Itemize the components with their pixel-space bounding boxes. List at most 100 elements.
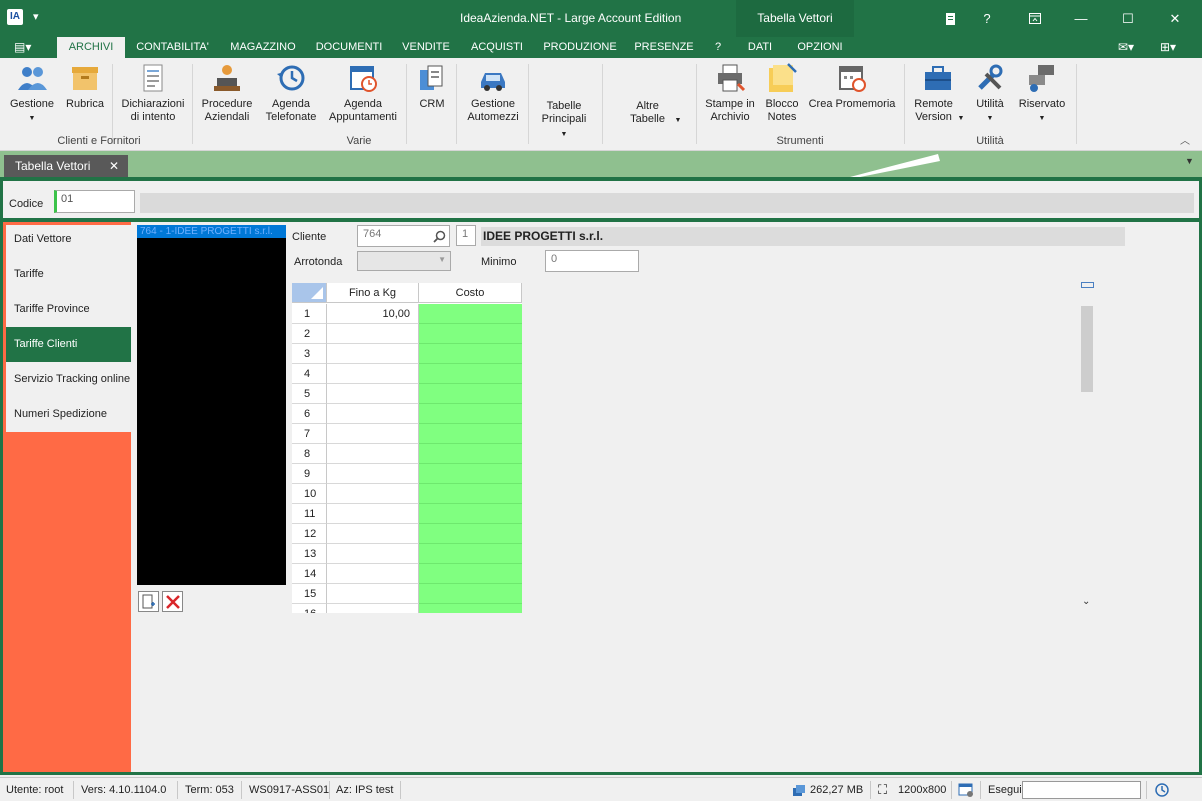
minimize-button[interactable]: —: [1058, 0, 1104, 37]
tab-documenti[interactable]: DOCUMENTI: [310, 37, 388, 58]
cell-costo[interactable]: [419, 444, 522, 464]
cell-fino-a-kg[interactable]: [327, 464, 419, 484]
dichiarazioni-button[interactable]: Dichiarazioni di intento: [118, 62, 188, 124]
cell-costo[interactable]: [419, 524, 522, 544]
client-list-selected-item[interactable]: 764 - 1-IDEE PROGETTI s.r.l.: [137, 225, 286, 238]
tab-acquisti[interactable]: ACQUISTI: [464, 37, 530, 58]
add-client-button[interactable]: [138, 591, 159, 612]
cell-costo[interactable]: [419, 384, 522, 404]
tab-produzione[interactable]: PRODUZIONE: [538, 37, 622, 58]
cell-costo[interactable]: [419, 424, 522, 444]
ribbon-display-icon[interactable]: [1012, 0, 1058, 37]
row-number[interactable]: 15: [292, 584, 327, 604]
nav-tariffe[interactable]: Tariffe: [6, 257, 131, 292]
column-header-fino-a-kg[interactable]: Fino a Kg: [327, 283, 419, 303]
quick-access-menu-icon[interactable]: ▾: [33, 10, 39, 23]
close-button[interactable]: ✕: [1152, 0, 1198, 37]
cell-costo[interactable]: [419, 404, 522, 424]
scroll-down-icon[interactable]: ⌄: [1082, 596, 1090, 607]
vertical-scrollbar[interactable]: ⌄: [1080, 280, 1094, 615]
cell-costo[interactable]: [419, 564, 522, 584]
tab-tabella-vettori[interactable]: Tabella Vettori ✕: [4, 155, 128, 177]
tab-contabilita[interactable]: CONTABILITA': [130, 37, 215, 58]
tab-vendite[interactable]: VENDITE: [396, 37, 456, 58]
row-number[interactable]: 16: [292, 604, 327, 613]
cliente-index-field[interactable]: 1: [456, 225, 476, 246]
cell-costo[interactable]: [419, 484, 522, 504]
cell-fino-a-kg[interactable]: 10,00: [327, 304, 419, 324]
crea-promemoria-button[interactable]: Crea Promemoria: [808, 62, 896, 111]
cell-fino-a-kg[interactable]: [327, 504, 419, 524]
cell-fino-a-kg[interactable]: [327, 524, 419, 544]
cell-fino-a-kg[interactable]: [327, 364, 419, 384]
agenda-telefonate-button[interactable]: Agenda Telefonate: [262, 62, 320, 124]
close-tab-icon[interactable]: ✕: [109, 155, 119, 177]
crm-button[interactable]: CRM: [414, 62, 450, 111]
cell-costo[interactable]: [419, 584, 522, 604]
help-icon[interactable]: ?: [964, 0, 1010, 37]
nav-tariffe-province[interactable]: Tariffe Province: [6, 292, 131, 327]
stampe-archivio-button[interactable]: Stampe in Archivio: [702, 62, 758, 124]
client-list[interactable]: 764 - 1-IDEE PROGETTI s.r.l.: [137, 225, 286, 585]
row-number[interactable]: 9: [292, 464, 327, 484]
cliente-input[interactable]: 764: [357, 225, 450, 247]
row-number[interactable]: 5: [292, 384, 327, 404]
cell-fino-a-kg[interactable]: [327, 444, 419, 464]
tariff-grid[interactable]: Fino a Kg Costo 1 10,00 2 3 4 5 6 7 8 9 10 11 12 13 14…: [292, 283, 522, 613]
cell-costo[interactable]: [419, 544, 522, 564]
tab-magazzino[interactable]: MAGAZZINO: [224, 37, 302, 58]
cell-costo[interactable]: [419, 344, 522, 364]
row-number[interactable]: 3: [292, 344, 327, 364]
cell-costo[interactable]: [419, 324, 522, 344]
row-number[interactable]: 12: [292, 524, 327, 544]
cell-costo[interactable]: [419, 464, 522, 484]
tab-help[interactable]: ?: [706, 37, 730, 58]
maximize-button[interactable]: ☐: [1105, 0, 1151, 37]
tab-list-chevron-icon[interactable]: ▼: [1185, 156, 1194, 166]
cell-fino-a-kg[interactable]: [327, 404, 419, 424]
blocco-notes-button[interactable]: Blocco Notes: [762, 62, 802, 124]
row-number[interactable]: 7: [292, 424, 327, 444]
utilita-button[interactable]: Utilità ▼: [970, 62, 1010, 125]
nav-servizio-tracking[interactable]: Servizio Tracking online: [6, 362, 131, 397]
altre-tabelle-button[interactable]: Altre Tabelle ▼: [620, 100, 684, 127]
esegui-input[interactable]: [1022, 781, 1141, 799]
scroll-top-icon[interactable]: [1081, 282, 1094, 288]
layout-icon[interactable]: ⊞▾: [1160, 40, 1176, 54]
cell-fino-a-kg[interactable]: [327, 584, 419, 604]
gestione-automezzi-button[interactable]: Gestione Automezzi: [462, 62, 524, 124]
row-number[interactable]: 2: [292, 324, 327, 344]
rubrica-button[interactable]: Rubrica: [62, 62, 108, 111]
cell-fino-a-kg[interactable]: [327, 484, 419, 504]
row-number[interactable]: 4: [292, 364, 327, 384]
grid-corner[interactable]: [292, 283, 327, 303]
cell-fino-a-kg[interactable]: [327, 564, 419, 584]
scrollbar-thumb[interactable]: [1081, 306, 1093, 392]
cell-fino-a-kg[interactable]: [327, 384, 419, 404]
tab-presenze[interactable]: PRESENZE: [630, 37, 698, 58]
nav-dati-vettore[interactable]: Dati Vettore: [6, 222, 131, 257]
gestione-button[interactable]: Gestione ▼: [6, 62, 58, 125]
collapse-ribbon-icon[interactable]: ︿: [1180, 132, 1190, 147]
window-settings-icon[interactable]: [958, 783, 974, 797]
refresh-clock-icon[interactable]: [1154, 782, 1170, 798]
app-icon[interactable]: IA: [7, 9, 23, 25]
tabelle-principali-button[interactable]: Tabelle Principali ▼: [532, 100, 596, 141]
arrotonda-select[interactable]: ▼: [357, 251, 451, 271]
mail-icon[interactable]: ✉▾: [1118, 40, 1134, 54]
cell-fino-a-kg[interactable]: [327, 344, 419, 364]
nav-tariffe-clienti[interactable]: Tariffe Clienti: [6, 327, 131, 362]
cell-costo[interactable]: [419, 504, 522, 524]
cell-costo[interactable]: [419, 604, 522, 613]
row-number[interactable]: 6: [292, 404, 327, 424]
row-number[interactable]: 1: [292, 304, 327, 324]
row-number[interactable]: 14: [292, 564, 327, 584]
cell-fino-a-kg[interactable]: [327, 604, 419, 613]
procedure-aziendali-button[interactable]: Procedure Aziendali: [198, 62, 256, 124]
tab-archivi[interactable]: ARCHIVI: [57, 37, 125, 58]
cell-fino-a-kg[interactable]: [327, 324, 419, 344]
row-number[interactable]: 10: [292, 484, 327, 504]
row-number[interactable]: 13: [292, 544, 327, 564]
search-icon[interactable]: [433, 230, 446, 243]
row-number[interactable]: 8: [292, 444, 327, 464]
